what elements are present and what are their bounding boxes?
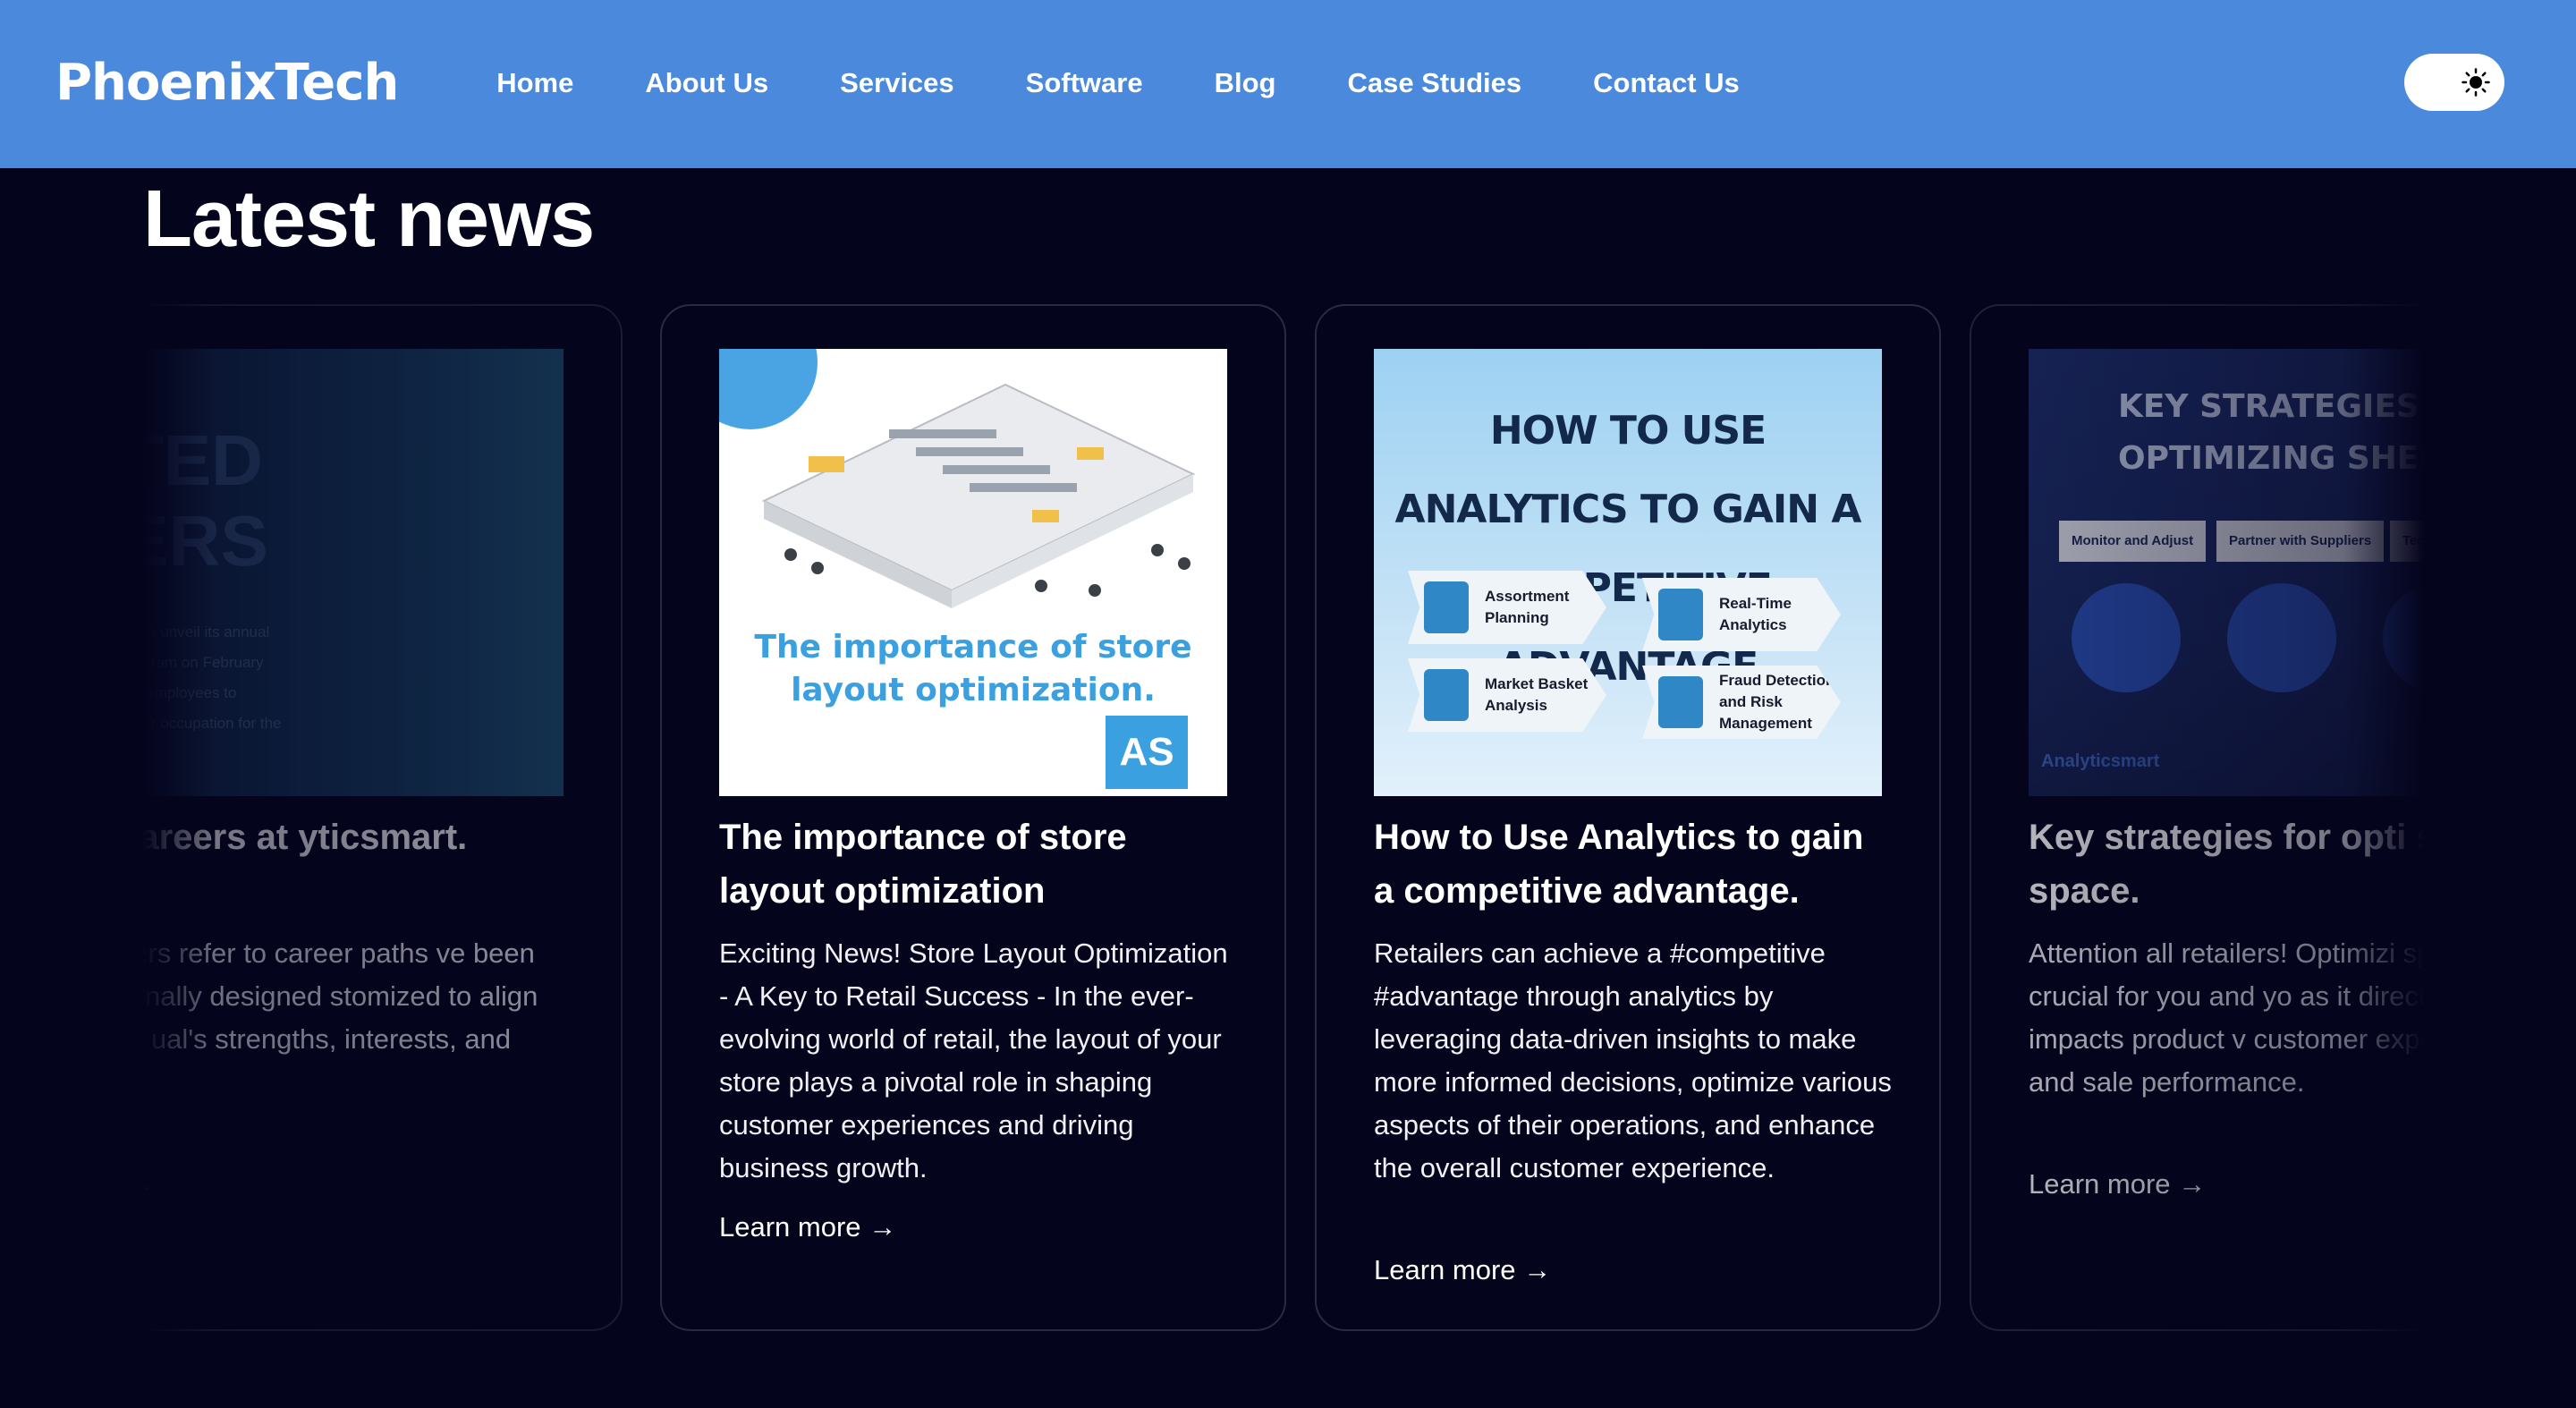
- chip: Real-Time Analytics: [1642, 578, 1841, 651]
- brand-mark: Analyticsmart: [2041, 751, 2160, 771]
- thumb-tag: Tech: [2390, 521, 2445, 562]
- thumb-tag: Monitor and Adjust: [2059, 521, 2207, 562]
- card-thumbnail: The importance of store layout optimizat…: [719, 349, 1227, 796]
- page: PhoenixTech Home About Us Services Softw…: [0, 0, 2576, 1408]
- learn-more-link[interactable]: more →: [55, 1165, 154, 1204]
- learn-more-link[interactable]: Learn more →: [719, 1208, 896, 1247]
- card-thumbnail: HOW TO USE ANALYTICS TO GAIN A COMPETITI…: [1374, 349, 1882, 796]
- top-navbar: PhoenixTech Home About Us Services Softw…: [0, 0, 2576, 168]
- chart-icon: [1424, 581, 1469, 633]
- news-card-store-layout[interactable]: The importance of store layout optimizat…: [660, 304, 1286, 1331]
- thumb-line: ATED: [73, 420, 263, 500]
- store-illustration: [761, 383, 1196, 608]
- chip: Market Basket Analysis: [1408, 658, 1606, 732]
- thumb-caption: The importance of store layout optimizat…: [754, 629, 1192, 708]
- news-carousel: ATED EERS re excited to unveil its annua…: [0, 304, 2576, 1333]
- card-excerpt: d careers refer to career paths ve been …: [55, 937, 538, 1098]
- card-thumbnail: ATED EERS re excited to unveil its annua…: [55, 349, 564, 796]
- theme-toggle[interactable]: [2404, 54, 2504, 111]
- learn-more-link[interactable]: Learn more →: [1374, 1251, 1551, 1290]
- chip: Fraud Detection and Risk Management: [1642, 666, 1841, 739]
- nav-case-studies[interactable]: Case Studies: [1347, 64, 1521, 102]
- learn-more-link[interactable]: Learn more →: [2029, 1165, 2206, 1204]
- card-title[interactable]: How to Use Analytics to gain a competiti…: [1374, 810, 1893, 918]
- basket-icon: [1424, 669, 1469, 721]
- main-nav: Home About Us Services Software Blog Cas…: [0, 64, 2576, 102]
- nav-blog[interactable]: Blog: [1215, 64, 1276, 102]
- card-excerpt: Retailers can achieve a #competitive #ad…: [1374, 937, 1892, 1183]
- news-card-careers[interactable]: ATED EERS re excited to unveil its annua…: [0, 304, 623, 1331]
- tech-icon: [2383, 583, 2492, 692]
- monitor-icon: [2072, 583, 2181, 692]
- sun-icon: [2462, 68, 2490, 97]
- nav-services[interactable]: Services: [840, 64, 954, 102]
- nav-about-us[interactable]: About Us: [645, 64, 768, 102]
- card-title[interactable]: The importance of store layout optimizat…: [719, 810, 1238, 918]
- section-title: Latest news: [143, 174, 595, 264]
- news-card-analytics[interactable]: HOW TO USE ANALYTICS TO GAIN A COMPETITI…: [1315, 304, 1941, 1331]
- thumb-line: EERS: [73, 501, 268, 581]
- thumb-text: re excited to unveil its annual career p…: [73, 623, 282, 762]
- alert-icon: [1658, 676, 1703, 728]
- card-thumbnail: KEY STRATEGIES TO OPTIMIZING SHELF SPAC …: [2029, 349, 2537, 796]
- thumb-headline: KEY STRATEGIES TO OPTIMIZING SHELF SPAC: [2118, 388, 2537, 477]
- card-title[interactable]: Key strategies for opti shelf space.: [2029, 810, 2547, 918]
- news-card-shelf-space[interactable]: KEY STRATEGIES TO OPTIMIZING SHELF SPAC …: [1970, 304, 2576, 1331]
- analytics-icon: [1658, 589, 1703, 640]
- chip: Assortment Planning: [1408, 571, 1606, 644]
- brand-badge: AS: [1106, 716, 1188, 789]
- card-excerpt: Attention all retailers! Optimizi space …: [2029, 937, 2519, 1098]
- card-title[interactable]: ted careers at yticsmart.: [55, 810, 574, 864]
- card-excerpt: Exciting News! Store Layout Optimization…: [719, 937, 1228, 1183]
- thumb-tag: Partner with Suppliers: [2216, 521, 2385, 562]
- handshake-icon: [2227, 583, 2336, 692]
- nav-home[interactable]: Home: [496, 64, 573, 102]
- nav-software[interactable]: Software: [1026, 64, 1143, 102]
- nav-contact-us[interactable]: Contact Us: [1593, 64, 1740, 102]
